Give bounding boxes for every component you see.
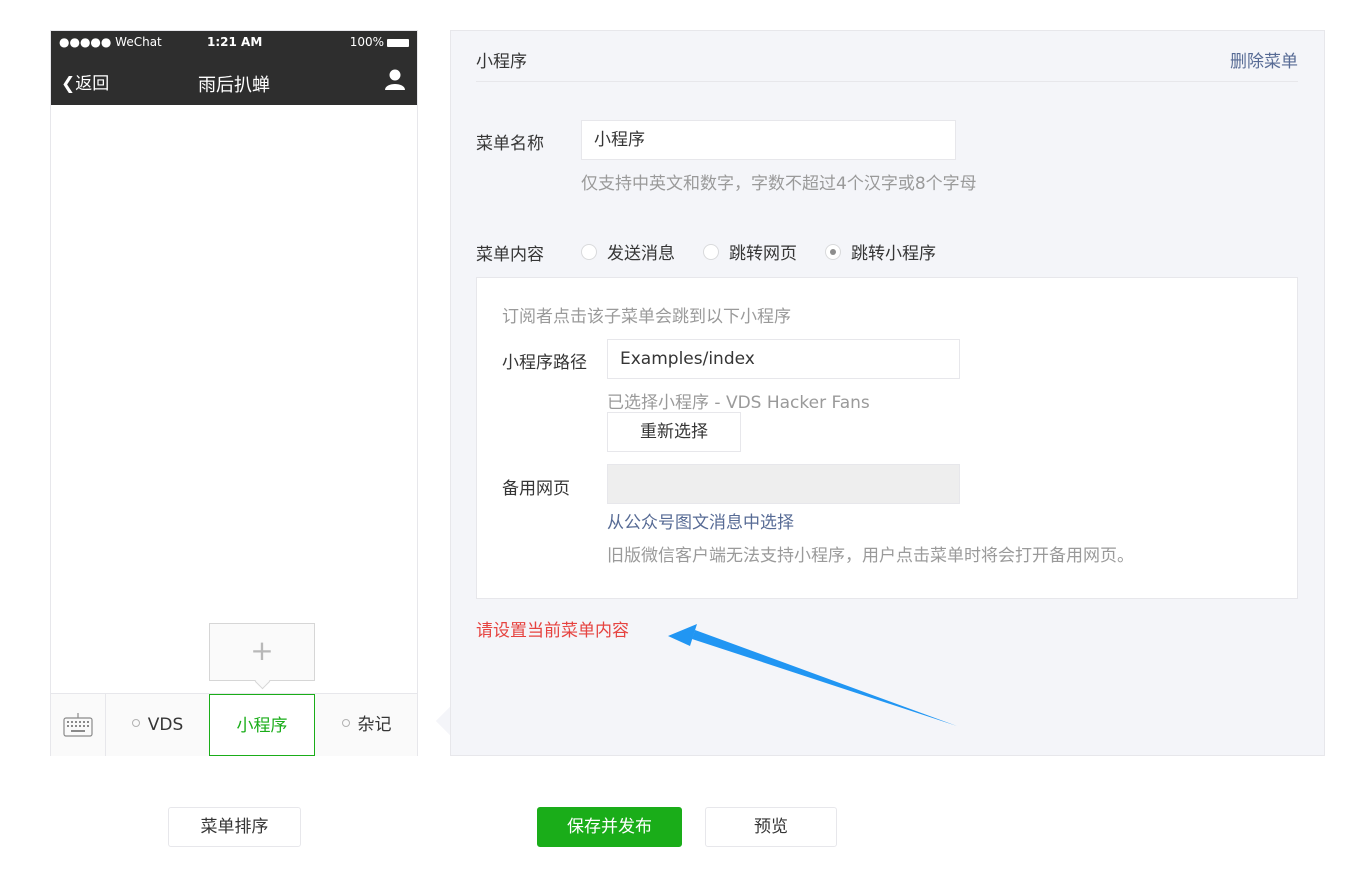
backup-webpage-hint: 旧版微信客户端无法支持小程序，用户点击菜单时将会打开备用网页。 xyxy=(607,546,1134,566)
submenu-dot-icon xyxy=(341,719,350,727)
editor-title: 小程序 xyxy=(476,52,527,72)
radio-icon xyxy=(703,244,719,260)
backup-webpage-label: 备用网页 xyxy=(502,479,570,499)
status-bar: ●●●●● WeChat 1:21 AM 100% xyxy=(51,31,417,53)
keyboard-toggle[interactable] xyxy=(51,694,106,756)
battery-icon xyxy=(387,38,409,47)
user-profile-icon[interactable] xyxy=(383,67,407,91)
option-send-message[interactable]: 发送消息 xyxy=(581,239,675,264)
selected-miniprogram: 已选择小程序 - VDS Hacker Fans xyxy=(607,393,870,413)
radio-label: 跳转小程序 xyxy=(851,244,936,264)
battery-percent: 100% xyxy=(349,35,384,49)
custom-menu-bar: VDS 小程序 杂记 xyxy=(51,693,417,756)
status-time: 1:21 AM xyxy=(207,35,263,49)
save-publish-button[interactable]: 保存并发布 xyxy=(537,807,682,847)
delete-menu-link[interactable]: 删除菜单 xyxy=(1230,47,1298,72)
battery-indicator: 100% xyxy=(350,35,409,49)
miniprogram-path-label: 小程序路径 xyxy=(502,353,587,373)
miniprogram-settings-box: 订阅者点击该子菜单会跳到以下小程序 小程序路径 Examples/index 已… xyxy=(476,277,1298,599)
menu-item-label: 小程序 xyxy=(236,716,288,736)
menu-name-input[interactable]: 小程序 xyxy=(581,120,956,160)
miniprogram-path-input[interactable]: Examples/index xyxy=(607,339,960,379)
choose-from-articles-link[interactable]: 从公众号图文消息中选择 xyxy=(607,508,794,533)
radio-label: 跳转网页 xyxy=(729,244,797,264)
option-open-webpage[interactable]: 跳转网页 xyxy=(703,239,797,264)
phone-preview: ●●●●● WeChat 1:21 AM 100% ❮返回 雨后扒蝉 + VDS… xyxy=(50,30,418,756)
miniprogram-intro: 订阅者点击该子菜单会跳到以下小程序 xyxy=(502,307,791,327)
preview-button[interactable]: 预览 xyxy=(705,807,837,847)
menu-name-label: 菜单名称 xyxy=(476,134,544,154)
menu-item-vds[interactable]: VDS xyxy=(106,694,209,756)
popup-caret xyxy=(254,673,271,690)
menu-name-hint: 仅支持中英文和数字，字数不超过4个汉字或8个字母 xyxy=(581,174,977,194)
option-open-miniprogram[interactable]: 跳转小程序 xyxy=(825,239,936,264)
editor-header: 小程序 删除菜单 xyxy=(476,47,1298,82)
keyboard-icon xyxy=(63,713,93,737)
menu-sort-button[interactable]: 菜单排序 xyxy=(168,807,301,847)
submenu-dot-icon xyxy=(131,719,140,727)
carrier-label: ●●●●● WeChat xyxy=(59,35,162,49)
plus-icon: + xyxy=(250,634,274,667)
add-submenu-button[interactable]: + xyxy=(209,623,315,690)
error-message: 请设置当前菜单内容 xyxy=(476,621,629,641)
backup-webpage-input[interactable] xyxy=(607,464,960,504)
menu-item-notes[interactable]: 杂记 xyxy=(315,694,418,756)
reselect-button[interactable]: 重新选择 xyxy=(607,412,741,452)
chat-title-bar: ❮返回 雨后扒蝉 xyxy=(51,53,417,105)
menu-content-label: 菜单内容 xyxy=(476,245,544,265)
radio-selected-icon xyxy=(825,244,841,260)
menu-editor-panel: 小程序 删除菜单 菜单名称 小程序 仅支持中英文和数字，字数不超过4个汉字或8个… xyxy=(450,30,1325,756)
account-name: 雨后扒蝉 xyxy=(198,75,270,96)
menu-item-label: 杂记 xyxy=(357,715,392,735)
radio-label: 发送消息 xyxy=(607,244,675,264)
menu-item-miniprogram[interactable]: 小程序 xyxy=(209,694,315,756)
radio-icon xyxy=(581,244,597,260)
menu-item-label: VDS xyxy=(147,715,184,735)
